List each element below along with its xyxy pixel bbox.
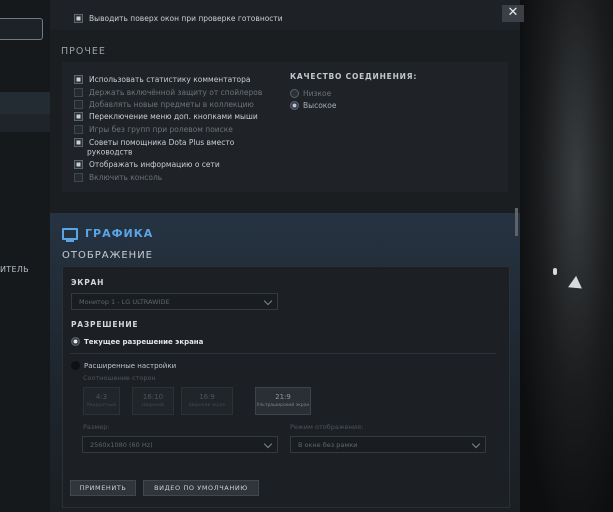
radio-icon[interactable] — [71, 337, 80, 346]
display-title: ОТОБРАЖЕНИЕ — [62, 250, 153, 261]
monitor-icon — [62, 228, 78, 242]
radio-icon[interactable] — [71, 361, 80, 370]
size-label: Размер: — [83, 423, 110, 431]
option-ready-check-on-top[interactable]: Выводить поверх окон при проверке готовн… — [74, 13, 283, 23]
settings-sidebar: ИТЕЛЬ — [0, 0, 50, 512]
checkbox-icon[interactable] — [74, 74, 83, 84]
radio-icon[interactable] — [290, 88, 299, 98]
resolution-advanced-option[interactable]: Расширенные настройки — [71, 361, 176, 370]
display-mode-select: В окне без рамки — [290, 436, 486, 453]
resolution-current-option[interactable]: Текущее разрешение экрана — [71, 337, 203, 346]
option-network-info[interactable]: Отображать информацию о сети — [74, 159, 220, 169]
radio-icon[interactable] — [290, 100, 299, 110]
checkbox-icon[interactable] — [74, 111, 83, 121]
settings-panel: Выводить поверх окон при проверке готовн… — [50, 0, 520, 512]
option-console: Включить консоль — [74, 172, 162, 182]
option-spoiler-block: Держать включённой защиту от спойлеров — [74, 87, 262, 97]
checkbox-icon — [74, 172, 83, 182]
chevron-down-icon — [263, 296, 273, 306]
sidebar-search-input[interactable] — [0, 18, 43, 40]
game-background — [520, 0, 613, 512]
sidebar-item-label[interactable]: ИТЕЛЬ — [0, 265, 29, 274]
connection-option-high[interactable]: Высокое — [290, 100, 337, 110]
resolution-title: РАЗРЕШЕНИЕ — [71, 320, 139, 329]
checkbox-icon[interactable] — [74, 159, 83, 169]
option-no-party-role: Игры без групп при ролевом поиске — [74, 124, 233, 134]
divider — [70, 353, 496, 354]
checkbox-icon[interactable] — [74, 13, 83, 23]
graphics-title: ГРАФИКА — [62, 227, 153, 242]
option-mouse-buttons[interactable]: Переключение меню доп. кнопками мыши — [74, 111, 258, 121]
option-dota-plus-tips-line2: руководств — [87, 147, 133, 157]
apply-button[interactable]: ПРИМЕНИТЬ — [70, 480, 136, 496]
sidebar-item[interactable] — [0, 114, 50, 132]
aspect-16-9: 16:9 Широкий экран — [181, 387, 233, 415]
connection-quality-title: КАЧЕСТВО СОЕДИНЕНИЯ: — [290, 72, 418, 81]
close-icon[interactable]: ✕ — [502, 5, 524, 22]
video-default-button[interactable]: ВИДЕО ПО УМОЛЧАНИЮ — [143, 480, 259, 496]
chevron-down-icon — [471, 439, 481, 449]
checkbox-icon[interactable] — [74, 137, 83, 147]
option-caster-stats[interactable]: Использовать статистику комментатора — [74, 74, 251, 84]
screen-select[interactable]: Монитор 1 - LG ULTRAWIDE — [71, 293, 278, 310]
aspect-16-10: 16:10 Широкий — [132, 387, 174, 415]
scrollbar-thumb[interactable] — [515, 208, 518, 236]
chevron-down-icon — [263, 439, 273, 449]
connection-option-low[interactable]: Низкое — [290, 88, 331, 98]
checkbox-icon — [74, 124, 83, 134]
screen-title: ЭКРАН — [71, 278, 105, 287]
aspect-21-9: 21:9 Ультраширокий экран — [255, 387, 311, 415]
checkbox-icon — [74, 99, 83, 109]
option-dota-plus-tips[interactable]: Советы помощника Dota Plus вместо — [74, 137, 234, 147]
section-title-other: ПРОЧЕЕ — [61, 46, 106, 57]
aspect-4-3: 4:3 Квадратный — [83, 387, 120, 415]
checkbox-icon — [74, 87, 83, 97]
option-add-items: Добавлять новые предметы в коллекцию — [74, 99, 254, 109]
size-select: 2560x1080 (60 Hz) — [82, 436, 278, 453]
sidebar-item-active[interactable] — [0, 92, 50, 114]
aspect-ratio-label: Соотношение сторон — [83, 374, 156, 382]
display-mode-label: Режим отображения: — [290, 423, 364, 431]
